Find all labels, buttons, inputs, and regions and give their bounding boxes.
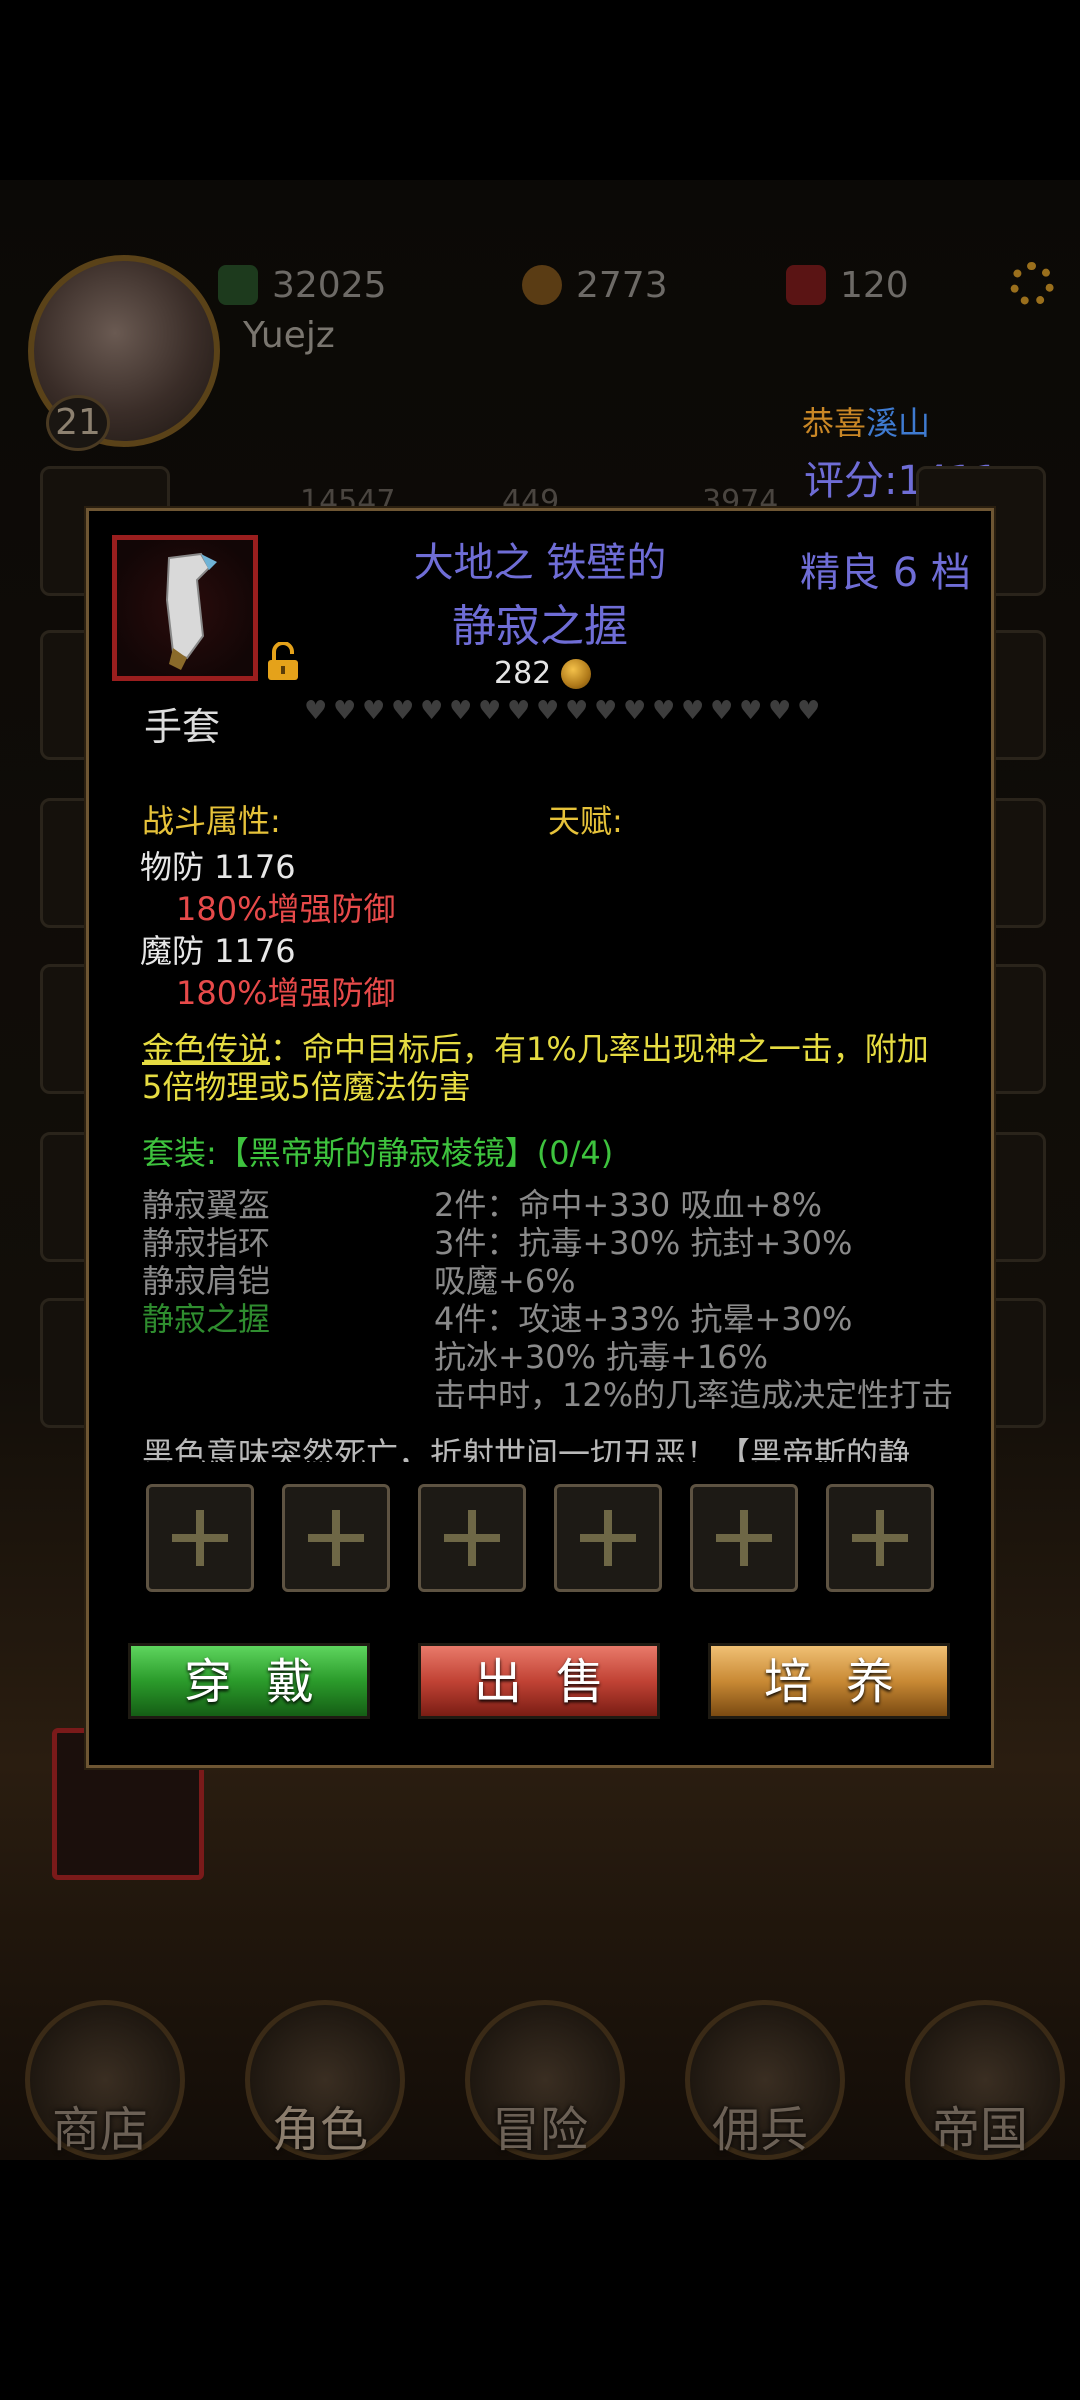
heart-icon: ♥ bbox=[304, 696, 328, 726]
stat-physical-defense: 物防 1176 bbox=[140, 848, 296, 886]
stamina-icon bbox=[218, 265, 258, 305]
player-level: 21 bbox=[46, 395, 110, 451]
gauntlet-icon bbox=[165, 552, 217, 670]
gold-coin-icon bbox=[522, 265, 562, 305]
gem-value: 120 bbox=[840, 264, 909, 306]
announcement-name: 溪山 bbox=[866, 404, 931, 442]
item-name-prefix: 大地之 铁壁的 bbox=[413, 540, 667, 586]
gear-icon[interactable] bbox=[1010, 262, 1054, 306]
heart-icon: ♥ bbox=[333, 696, 357, 726]
heart-icon: ♥ bbox=[797, 696, 821, 726]
heart-icon: ♥ bbox=[565, 696, 589, 726]
heart-icon: ♥ bbox=[710, 696, 734, 726]
tab-empire-label: 帝国 bbox=[932, 2102, 1029, 2158]
tab-mercenary-label: 佣兵 bbox=[712, 2102, 809, 2158]
equip-button[interactable]: 穿戴 bbox=[128, 1643, 370, 1719]
tab-shop-label: 商店 bbox=[52, 2102, 149, 2158]
heart-icon: ♥ bbox=[536, 696, 560, 726]
sell-button[interactable]: 出售 bbox=[418, 1643, 660, 1719]
gem-socket-2[interactable] bbox=[282, 1484, 390, 1592]
item-grade: 精良 6 档 bbox=[800, 550, 971, 596]
item-price: 282 bbox=[494, 656, 592, 691]
item-slot-type: 手套 bbox=[144, 705, 221, 749]
announcement-prefix: 恭喜 bbox=[802, 404, 867, 442]
heart-icon: ♥ bbox=[449, 696, 473, 726]
heart-icon: ♥ bbox=[362, 696, 386, 726]
heart-icon: ♥ bbox=[478, 696, 502, 726]
gem-socket-4[interactable] bbox=[554, 1484, 662, 1592]
upgrade-button[interactable]: 培养 bbox=[708, 1643, 950, 1719]
heart-icon: ♥ bbox=[739, 696, 763, 726]
gem-resource: 120 bbox=[786, 262, 909, 308]
stat-bonus: 180%增强防御 bbox=[176, 890, 396, 928]
stamina-value: 32025 bbox=[272, 264, 387, 306]
heart-rating: ♥ ♥ ♥ ♥ ♥ ♥ ♥ ♥ ♥ ♥ ♥ ♥ ♥ ♥ ♥ ♥ ♥ ♥ bbox=[304, 696, 822, 726]
coin-icon bbox=[561, 658, 592, 689]
legendary-label: 金色传说 bbox=[142, 1030, 271, 1068]
plus-icon bbox=[716, 1510, 772, 1566]
gem-socket-5[interactable] bbox=[690, 1484, 798, 1592]
gem-socket-1[interactable] bbox=[146, 1484, 254, 1592]
plus-icon bbox=[444, 1510, 500, 1566]
plus-icon bbox=[308, 1510, 364, 1566]
heart-icon: ♥ bbox=[623, 696, 647, 726]
heart-icon: ♥ bbox=[507, 696, 531, 726]
legendary-effect: 金色传说：命中目标后，有1%几率出现神之一击，附加5倍物理或5倍魔法伤害 bbox=[142, 1030, 942, 1106]
heart-icon: ♥ bbox=[391, 696, 415, 726]
item-lore: 黑色意味突然死亡，折射世间一切丑恶！【黑帝斯的静 bbox=[142, 1435, 911, 1462]
price-value: 282 bbox=[494, 656, 552, 691]
stamina-resource: 32025 bbox=[218, 262, 387, 308]
announcement-text: 恭喜溪山 bbox=[802, 398, 930, 444]
set-piece-current: 静寂之握 bbox=[142, 1300, 271, 1338]
plus-icon bbox=[580, 1510, 636, 1566]
plus-icon bbox=[852, 1510, 908, 1566]
stat-magic-defense: 魔防 1176 bbox=[140, 932, 296, 970]
tab-character-label: 角色 bbox=[272, 2102, 369, 2158]
item-icon bbox=[112, 535, 258, 681]
combat-stats-title: 战斗属性: bbox=[142, 802, 281, 840]
gold-value: 2773 bbox=[576, 264, 668, 306]
gold-resource: 2773 bbox=[522, 262, 668, 308]
plus-icon bbox=[172, 1510, 228, 1566]
heart-icon: ♥ bbox=[681, 696, 705, 726]
tab-adventure-label: 冒险 bbox=[492, 2102, 589, 2158]
heart-icon: ♥ bbox=[768, 696, 792, 726]
unlock-icon[interactable] bbox=[266, 642, 300, 682]
heart-icon: ♥ bbox=[652, 696, 676, 726]
item-name: 静寂之握 bbox=[452, 601, 628, 652]
set-bonus: 击中时，12%的几率造成决定性打击 bbox=[434, 1376, 954, 1414]
heart-icon: ♥ bbox=[594, 696, 618, 726]
ruby-icon bbox=[786, 265, 826, 305]
gem-socket-3[interactable] bbox=[418, 1484, 526, 1592]
stat-bonus: 180%增强防御 bbox=[176, 974, 396, 1012]
player-name: Yuejz bbox=[243, 315, 335, 356]
gem-socket-6[interactable] bbox=[826, 1484, 934, 1592]
set-title: 套装:【黑帝斯的静寂棱镜】(0/4) bbox=[142, 1134, 614, 1172]
talent-title: 天赋: bbox=[548, 802, 623, 840]
heart-icon: ♥ bbox=[420, 696, 444, 726]
